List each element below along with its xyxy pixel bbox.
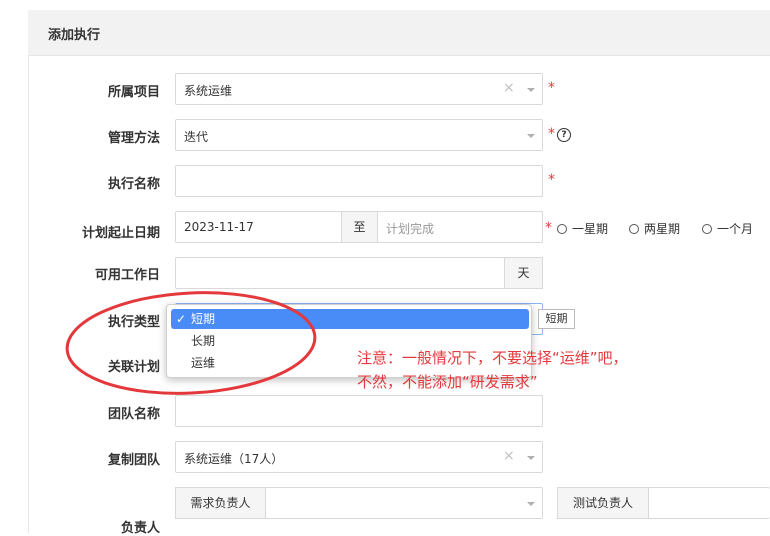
annotation-note: 注意：一般情况下，不要选择“运维”吧， 不然，不能添加“研发需求” <box>357 346 628 394</box>
annotation-line-2: 不然，不能添加“研发需求” <box>357 373 538 391</box>
annotation-line-1: 注意：一般情况下，不要选择“运维”吧， <box>357 349 628 367</box>
annotation-ellipse <box>65 291 317 395</box>
